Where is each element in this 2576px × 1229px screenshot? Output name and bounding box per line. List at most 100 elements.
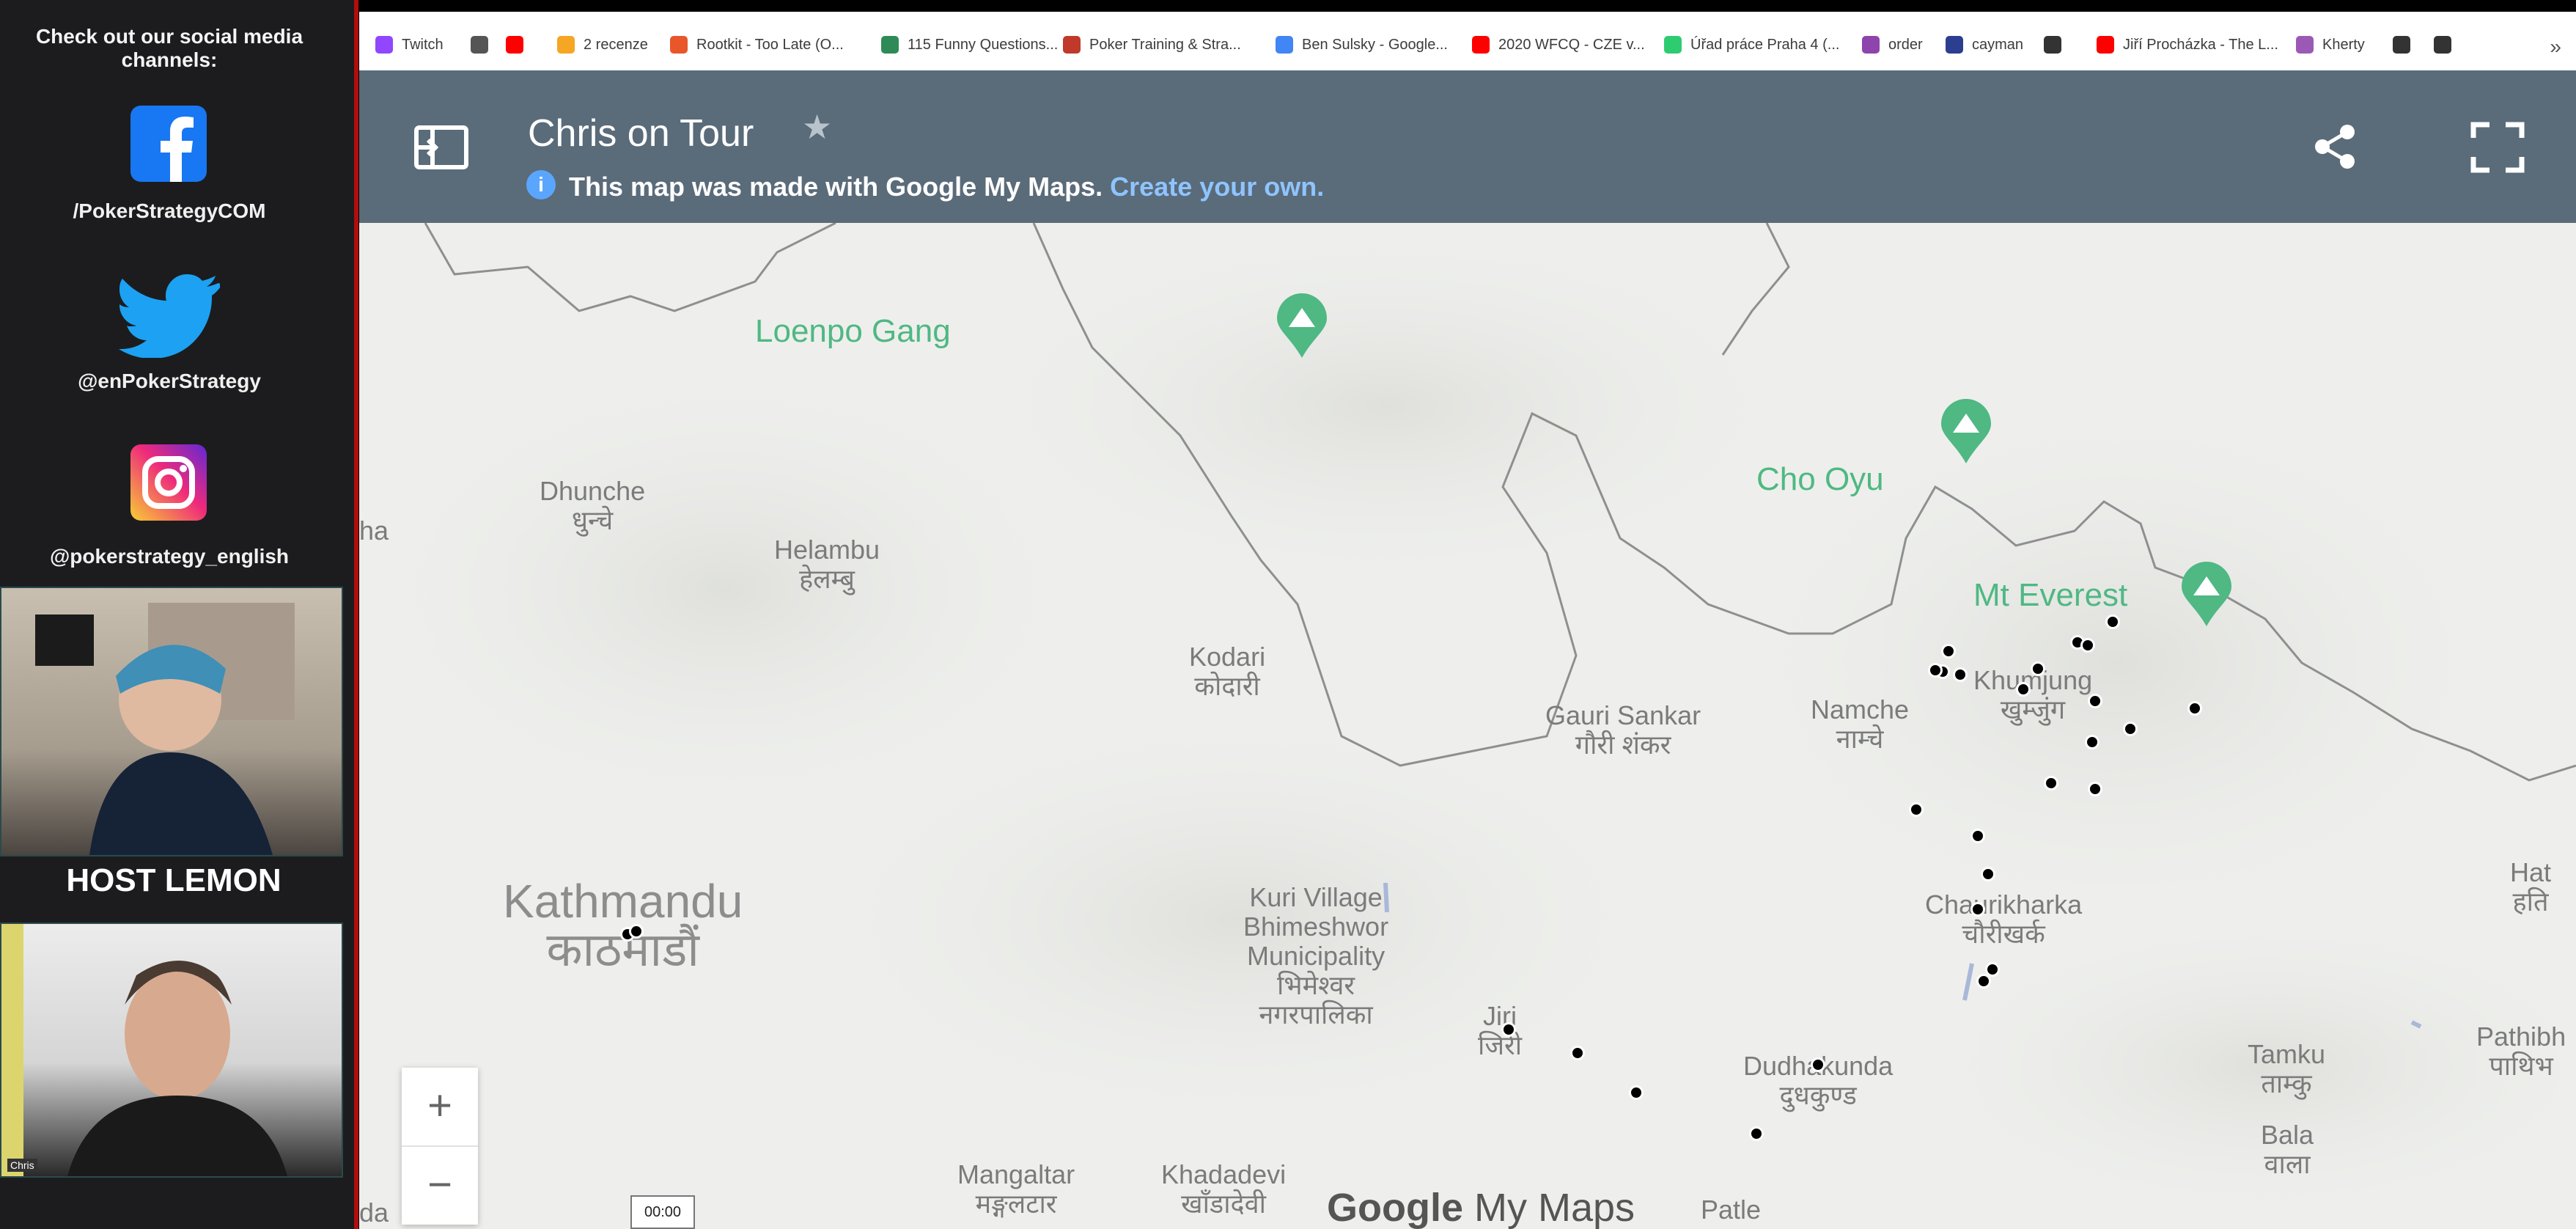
place-label: Helambu हेलम्बु [774, 535, 880, 594]
bookmark-item[interactable] [506, 34, 532, 56]
map-pin[interactable] [1811, 1057, 1825, 1072]
bookmark-item[interactable]: 2 recenze [557, 34, 648, 56]
place-label: Pathibh पाथिभ [2476, 1021, 2566, 1081]
zoom-controls: + − [402, 1068, 478, 1225]
bookmark-item[interactable]: Kherty [2296, 34, 2365, 56]
place-label: Kathmandu काठमाडौं [503, 875, 743, 976]
bookmark-item[interactable]: Jiří Procházka - The L... [2097, 34, 2278, 56]
place-label: Dhunche धुन्चे [540, 476, 646, 535]
fullscreen-icon[interactable] [2470, 122, 2525, 173]
bookmark-label: Twitch [402, 36, 444, 53]
bookmark-label: Kherty [2322, 36, 2365, 53]
twitter-handle[interactable]: @enPokerStrategy [0, 370, 339, 393]
zoom-in-button[interactable]: + [402, 1068, 478, 1147]
bookmark-item[interactable]: Poker Training & Stra... [1063, 34, 1241, 56]
bookmark-label: Úřad práce Praha 4 (... [1690, 36, 1840, 53]
map-pin[interactable] [2016, 682, 2031, 697]
map-pin[interactable] [2031, 661, 2045, 676]
instagram-handle[interactable]: @pokerstrategy_english [0, 545, 339, 568]
map-canvas[interactable]: Loenpo Gang Cho Oyu Mt Everest Dhunche धु… [359, 223, 2576, 1229]
bookmark-label: cayman [1972, 36, 2024, 53]
host-webcam-feed [0, 587, 343, 856]
create-your-own-link[interactable]: Create your own. [1110, 172, 1324, 202]
share-icon[interactable] [2311, 122, 2360, 172]
bookmark-favicon-icon [1276, 36, 1293, 54]
map-header: Chris on Tour ★ i This map was made with… [359, 70, 2576, 223]
map-pin[interactable] [1981, 867, 1995, 881]
bookmark-label: Poker Training & Stra... [1089, 36, 1241, 53]
made-with-text: This map was made with Google My Maps. [569, 172, 1103, 202]
bookmark-favicon-icon [2393, 36, 2410, 54]
peak-marker-icon[interactable] [1276, 293, 1328, 358]
instagram-icon[interactable] [130, 444, 207, 521]
bookmark-item[interactable] [2393, 34, 2419, 56]
place-label: Tamku ताम्कु [2248, 1039, 2326, 1098]
bookmark-favicon-icon [1664, 36, 1682, 54]
terrain-shading [359, 223, 2576, 1228]
bookmark-item[interactable] [471, 34, 497, 56]
place-label: Gauri Sankar गौरी शंकर [1545, 700, 1701, 760]
bookmark-favicon-icon [375, 36, 393, 54]
bookmark-item[interactable]: Úřad práce Praha 4 (... [1664, 34, 1839, 56]
place-label: Loenpo Gang [755, 313, 951, 349]
facebook-icon[interactable] [130, 106, 207, 182]
bookmark-favicon-icon [1063, 36, 1081, 54]
map-pin[interactable] [2088, 694, 2102, 708]
bookmark-item[interactable] [2044, 34, 2070, 56]
map-pin[interactable] [2085, 735, 2100, 749]
open-panel-icon[interactable] [413, 125, 469, 170]
map-pin[interactable] [1970, 902, 1985, 917]
map-pin[interactable] [1976, 974, 1991, 988]
map-pin[interactable] [2088, 782, 2102, 796]
bookmark-item[interactable]: order [1862, 34, 1923, 56]
social-sidebar: Check out our social media channels: /Po… [0, 0, 356, 1229]
place-label: da [359, 1197, 389, 1228]
map-pin[interactable] [1570, 1046, 1585, 1060]
made-with-notice: This map was made with Google My Maps. C… [569, 172, 1324, 202]
map-pin[interactable] [2105, 614, 2120, 629]
place-label: Mangaltar मङ्गलटार [957, 1159, 1075, 1219]
bookmarks-overflow-button[interactable]: » [2550, 35, 2561, 59]
peak-marker-icon[interactable] [1940, 399, 1992, 463]
map-pin[interactable] [1970, 829, 1985, 843]
place-label: Kuri Village Bhimeshwor Municipality भिमेश्… [1243, 882, 1389, 1030]
place-label: Namche नाम्चे [1811, 694, 1910, 754]
google-my-maps-logo: Google My Maps [1327, 1185, 1635, 1229]
bookmark-item[interactable]: Twitch [375, 34, 444, 56]
map-pin[interactable] [2123, 722, 2138, 736]
bookmark-favicon-icon [557, 36, 575, 54]
host-name-label: HOST LEMON [66, 862, 281, 898]
place-label: Mt Everest [1973, 577, 2128, 613]
map-pin[interactable] [1501, 1022, 1516, 1037]
map-pin[interactable] [629, 924, 644, 939]
guest-name-tag: Chris [7, 1159, 37, 1172]
bookmark-item[interactable]: Rootkit - Too Late (O... [670, 34, 844, 56]
map-pin[interactable] [2187, 701, 2202, 716]
facebook-handle[interactable]: /PokerStrategyCOM [0, 199, 339, 223]
video-timecode: 00:00 [630, 1195, 695, 1229]
bookmark-item[interactable]: 2020 WFCQ - CZE v... [1472, 34, 1645, 56]
map-pin[interactable] [2080, 638, 2095, 653]
bookmark-item[interactable]: cayman [1946, 34, 2023, 56]
bookmark-favicon-icon [1472, 36, 1490, 54]
bookmarks-bar: Twitch 2 recenze Rootkit - Too Late (O... 1… [359, 9, 2576, 73]
bookmark-item[interactable] [2434, 34, 2460, 56]
bookmark-item[interactable]: Ben Sulsky - Google... [1276, 34, 1448, 56]
twitter-icon[interactable] [119, 273, 222, 359]
map-pin[interactable] [1953, 667, 1968, 682]
peak-marker-icon[interactable] [2180, 562, 2233, 626]
zoom-out-button[interactable]: − [402, 1147, 478, 1225]
bookmark-item[interactable]: 115 Funny Questions... [881, 34, 1058, 56]
map-pin[interactable] [1629, 1085, 1644, 1100]
map-pin[interactable] [1928, 663, 1943, 678]
bookmark-favicon-icon [2296, 36, 2314, 54]
place-label: Patle [1701, 1195, 1762, 1225]
star-icon[interactable]: ★ [802, 107, 832, 147]
guest-webcam-feed: Chris [0, 922, 343, 1178]
bookmark-favicon-icon [881, 36, 899, 54]
map-pin[interactable] [1941, 644, 1956, 658]
map-pin[interactable] [1909, 802, 1924, 817]
place-label: Khadadevi खाँडादेवी [1161, 1159, 1287, 1219]
map-pin[interactable] [1749, 1126, 1764, 1141]
map-pin[interactable] [2044, 776, 2058, 790]
